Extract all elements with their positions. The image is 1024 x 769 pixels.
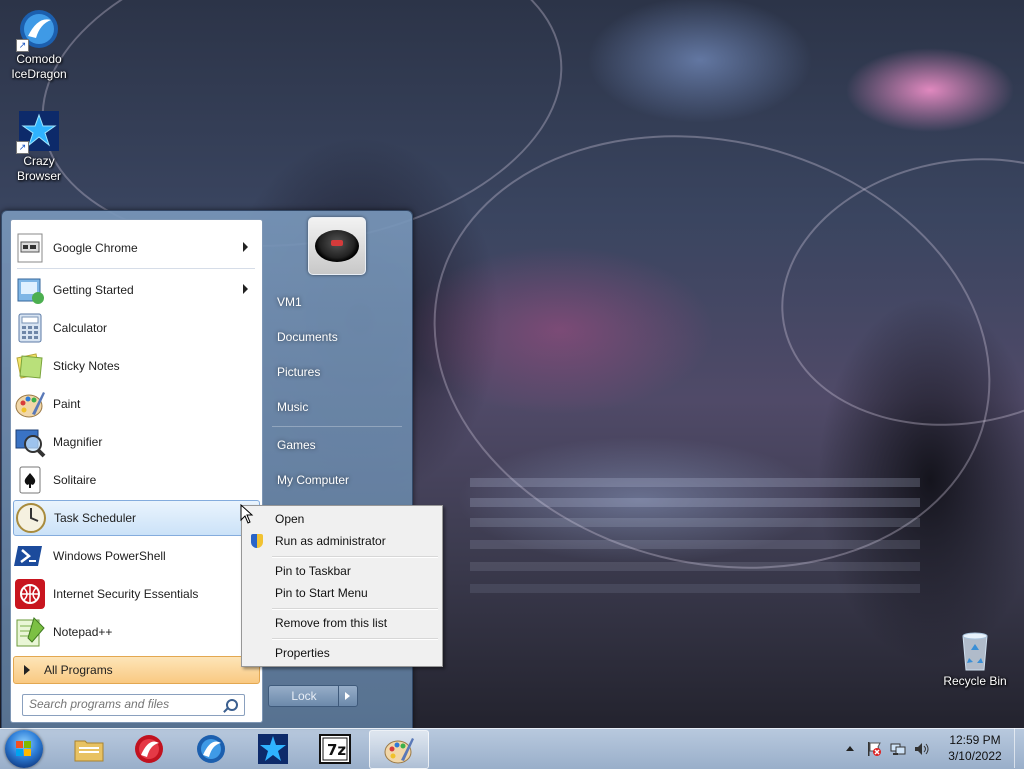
- clock-date: 3/10/2022: [948, 749, 1002, 763]
- volume-icon[interactable]: [914, 741, 930, 757]
- all-programs-button[interactable]: All Programs: [13, 656, 260, 684]
- program-solitaire[interactable]: Solitaire: [13, 462, 258, 498]
- program-windows-powershell[interactable]: Windows PowerShell: [13, 538, 258, 574]
- program-getting-started[interactable]: Getting Started: [13, 272, 258, 308]
- program-label: Task Scheduler: [54, 511, 137, 525]
- recycle-bin-icon: [954, 630, 996, 672]
- clock-time: 12:59 PM: [949, 733, 1001, 747]
- mouse-cursor-icon: [240, 504, 254, 524]
- paint-icon: [384, 738, 414, 764]
- search-input[interactable]: [23, 695, 219, 713]
- calculator-icon: [14, 312, 46, 344]
- turntable-icon: [315, 230, 359, 262]
- icedragon-icon: [197, 735, 225, 763]
- program-label: Solitaire: [53, 473, 97, 487]
- crazy-browser-icon: ↗: [16, 110, 60, 154]
- crazy-browser-icon: [258, 734, 288, 764]
- taskbar-crazy-browser[interactable]: [244, 730, 302, 767]
- magnifier-icon: [14, 426, 46, 458]
- taskbar-comodo-icedragon[interactable]: [182, 730, 240, 767]
- solitaire-icon: [14, 464, 46, 496]
- lock-button[interactable]: Lock: [268, 685, 340, 707]
- program-paint[interactable]: Paint: [13, 386, 258, 422]
- notepadpp-icon: [14, 616, 46, 648]
- getting-started-icon: [14, 274, 46, 306]
- internet-security-icon: [14, 578, 46, 610]
- shutdown-options-arrow-icon[interactable]: [338, 685, 358, 707]
- taskbar: 7z: [0, 728, 1024, 769]
- context-open[interactable]: Open: [245, 508, 437, 530]
- context-pin-to-start-menu[interactable]: Pin to Start Menu: [245, 582, 437, 604]
- right-item-music[interactable]: Music: [270, 392, 412, 422]
- task-scheduler-icon: [15, 502, 47, 534]
- right-item-games[interactable]: Games: [270, 430, 412, 460]
- divider: [17, 268, 255, 269]
- comodo-dragon-icon: [135, 735, 163, 763]
- divider: [272, 638, 438, 640]
- 7zip-label: 7z: [327, 741, 347, 759]
- context-pin-to-taskbar[interactable]: Pin to Taskbar: [245, 560, 437, 582]
- context-run-as-administrator[interactable]: Run as administrator: [245, 530, 437, 552]
- program-notepadpp[interactable]: Notepad++: [13, 614, 258, 650]
- program-label: Paint: [53, 397, 81, 411]
- desktop-icon-crazy-browser[interactable]: ↗ Crazy Browser: [0, 110, 78, 184]
- desktop-icon-label: Recycle Bin: [943, 674, 1007, 688]
- desktop-icon-label: Comodo IceDragon: [11, 52, 67, 81]
- program-label: Calculator: [53, 321, 108, 335]
- submenu-arrow-icon: [243, 284, 248, 294]
- program-label: Sticky Notes: [53, 359, 120, 373]
- program-google-chrome[interactable]: Google Chrome: [13, 230, 258, 266]
- desktop-icon-label: Crazy Browser: [16, 154, 61, 183]
- show-hidden-icons-icon[interactable]: [846, 745, 854, 751]
- program-label: Internet Security Essentials: [53, 587, 199, 601]
- chrome-icon: [14, 232, 46, 264]
- all-programs-label: All Programs: [44, 663, 113, 677]
- show-desktop-button[interactable]: [1014, 728, 1024, 768]
- right-item-my-computer[interactable]: My Computer: [270, 465, 412, 495]
- start-menu-programs-pane: Google Chrome Getting Started Calculator…: [10, 219, 263, 723]
- desktop-icon-icedragon[interactable]: ↗ Comodo IceDragon: [0, 8, 78, 82]
- program-calculator[interactable]: Calculator: [13, 310, 258, 346]
- taskbar-explorer[interactable]: [60, 730, 118, 767]
- taskbar-paint[interactable]: [369, 730, 429, 769]
- program-label: Google Chrome: [53, 241, 138, 255]
- taskbar-7zip[interactable]: 7z: [306, 730, 364, 767]
- program-label: Notepad++: [53, 625, 113, 639]
- uac-shield-icon: [251, 534, 263, 548]
- program-sticky-notes[interactable]: Sticky Notes: [13, 348, 258, 384]
- action-center-flag-icon[interactable]: [866, 741, 882, 757]
- start-button[interactable]: [5, 730, 43, 768]
- sticky-notes-icon: [14, 350, 46, 382]
- desktop-icon-recycle-bin[interactable]: Recycle Bin: [936, 630, 1014, 689]
- divider: [272, 608, 438, 610]
- icedragon-icon: ↗: [16, 8, 60, 52]
- all-programs-arrow-icon: [24, 665, 30, 675]
- context-remove-from-list[interactable]: Remove from this list: [245, 612, 437, 634]
- program-label: Getting Started: [53, 283, 134, 297]
- program-magnifier[interactable]: Magnifier: [13, 424, 258, 460]
- program-label: Magnifier: [53, 435, 103, 449]
- program-internet-security-essentials[interactable]: Internet Security Essentials: [13, 576, 258, 612]
- program-task-scheduler[interactable]: Task Scheduler: [13, 500, 260, 536]
- powershell-icon: [14, 540, 46, 572]
- divider: [272, 426, 402, 427]
- user-picture[interactable]: [308, 217, 366, 275]
- right-item-documents[interactable]: Documents: [270, 322, 412, 352]
- taskbar-clock[interactable]: 12:59 PM 3/10/2022: [935, 732, 1015, 764]
- program-label: Windows PowerShell: [53, 549, 166, 563]
- context-item-label: Run as administrator: [275, 534, 386, 548]
- search-icon[interactable]: [226, 699, 238, 711]
- right-item-vm1[interactable]: VM1: [270, 287, 412, 317]
- context-properties[interactable]: Properties: [245, 642, 437, 664]
- windows-logo-icon: [16, 741, 32, 757]
- submenu-arrow-icon: [243, 242, 248, 252]
- taskbar-icedragon[interactable]: [120, 730, 178, 767]
- context-menu: Open Run as administrator Pin to Taskbar…: [241, 505, 443, 667]
- divider: [272, 556, 438, 558]
- search-box[interactable]: [22, 694, 245, 716]
- network-icon[interactable]: [890, 741, 906, 757]
- right-item-pictures[interactable]: Pictures: [270, 357, 412, 387]
- explorer-icon: [74, 740, 104, 762]
- paint-icon: [14, 388, 46, 420]
